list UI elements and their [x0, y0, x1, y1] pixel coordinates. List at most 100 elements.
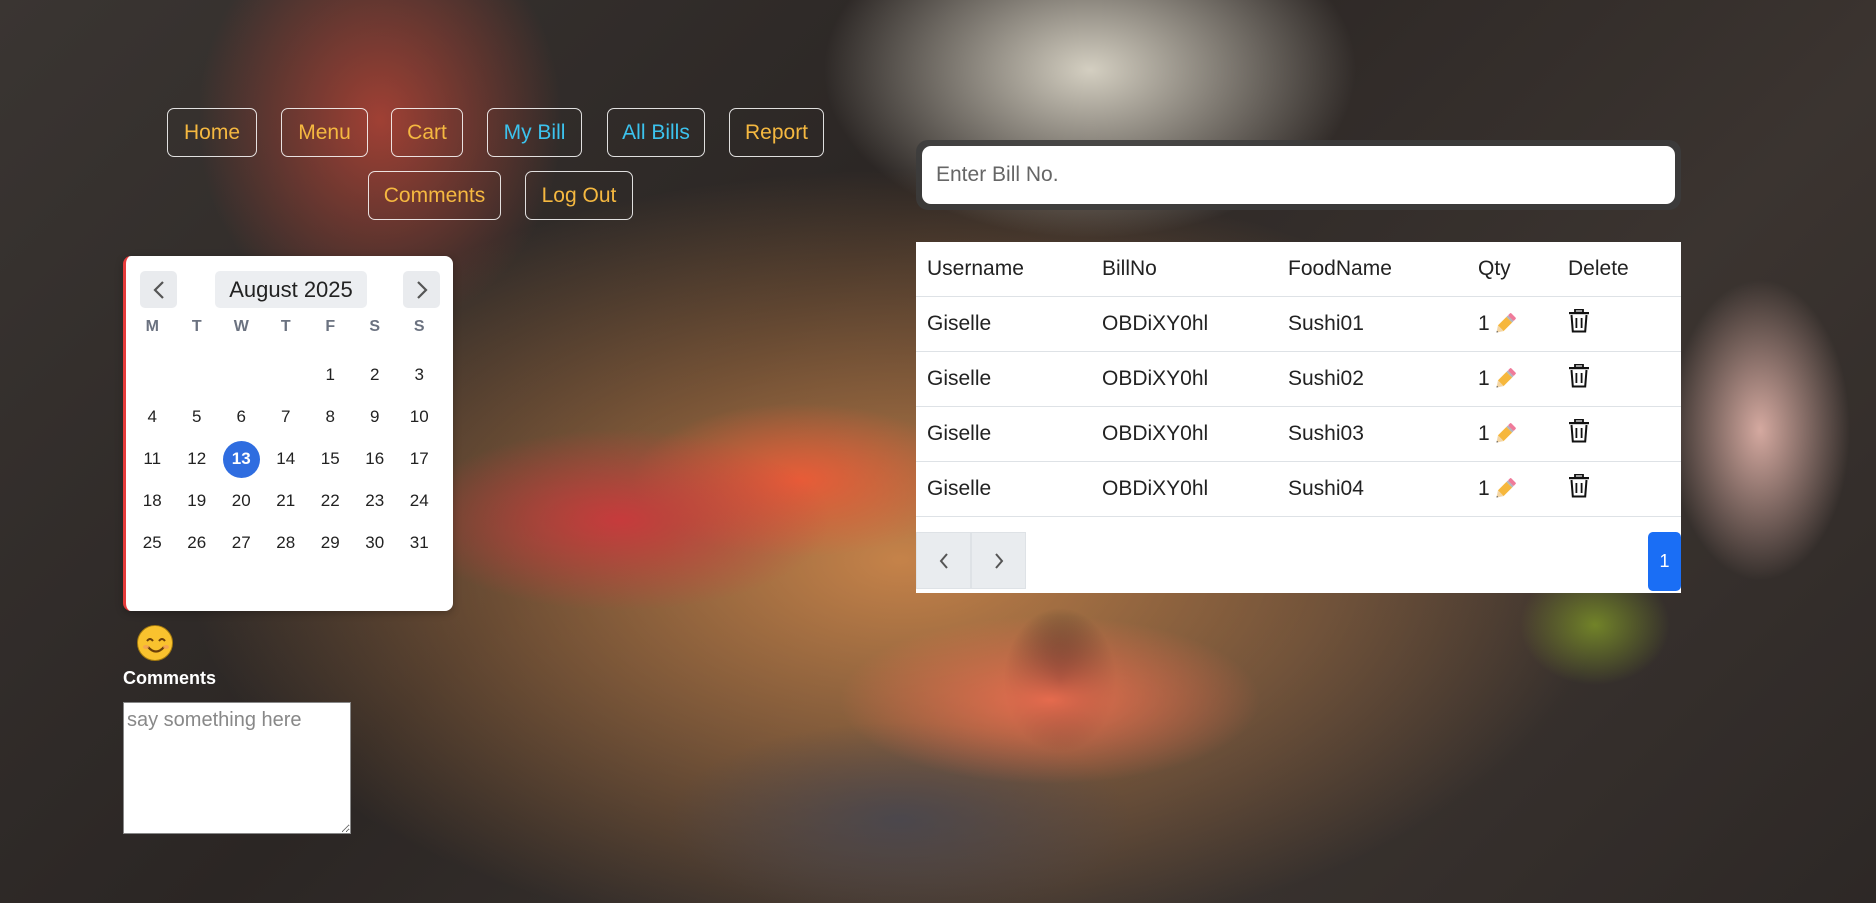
calendar-day-number: 19 — [187, 491, 207, 510]
nav-report-button[interactable]: Report — [729, 108, 824, 157]
calendar-day-number: 29 — [320, 533, 340, 552]
calendar-day[interactable]: 7 — [264, 396, 309, 438]
calendar-day[interactable]: 27 — [219, 522, 264, 564]
table-row: Giselle OBDiXY0hl Sushi04 1 — [916, 461, 1681, 517]
calendar-day-number: 2 — [370, 365, 380, 384]
calendar-day-number: 24 — [409, 491, 429, 510]
calendar-next-button[interactable] — [403, 271, 440, 308]
cell-username: Giselle — [916, 406, 1091, 462]
calendar-day[interactable]: 1 — [308, 354, 353, 396]
qty-value: 1 — [1478, 476, 1490, 500]
header-delete: Delete — [1557, 242, 1681, 297]
calendar-day-number: 6 — [236, 407, 246, 426]
chevron-left-icon — [152, 280, 164, 299]
calendar-day-number: 11 — [143, 449, 162, 468]
calendar-day[interactable]: 8 — [308, 396, 353, 438]
comments-textarea[interactable] — [123, 702, 351, 834]
trash-delete-icon[interactable] — [1568, 308, 1590, 333]
calendar-day[interactable]: 25 — [130, 522, 175, 564]
calendar-day[interactable]: 24 — [397, 480, 442, 522]
calendar-day[interactable]: 4 — [130, 396, 175, 438]
pencil-edit-icon[interactable] — [1492, 421, 1518, 447]
calendar-empty-cell — [175, 354, 220, 396]
header-qty: Qty — [1467, 242, 1557, 297]
calendar-day-number: 12 — [187, 449, 207, 468]
qty-value: 1 — [1478, 311, 1490, 335]
calendar-day[interactable]: 18 — [130, 480, 175, 522]
calendar-day[interactable]: 20 — [219, 480, 264, 522]
calendar-weekday-label: S — [369, 318, 381, 335]
calendar-day[interactable]: 19 — [175, 480, 220, 522]
calendar-day-number: 31 — [409, 533, 429, 552]
calendar-day[interactable]: 10 — [397, 396, 442, 438]
calendar-day-number: 22 — [320, 491, 340, 510]
calendar-day[interactable]: 29 — [308, 522, 353, 564]
calendar-grid: M T W T F S S 1 2 3 4 5 6 7 8 9 10 11 12 13 14 15 16 17 18 19 20 21… — [130, 312, 442, 564]
pencil-edit-icon[interactable] — [1492, 366, 1518, 392]
cell-qty: 1 — [1467, 296, 1557, 352]
calendar-day-number: 9 — [370, 407, 380, 426]
nav-log-out-button[interactable]: Log Out — [525, 171, 633, 220]
nav-all-bills-button[interactable]: All Bills — [607, 108, 705, 157]
qty-value: 1 — [1478, 421, 1490, 445]
calendar-day-number: 26 — [187, 533, 207, 552]
calendar-day[interactable]: 15 — [308, 438, 353, 480]
cell-delete — [1557, 296, 1681, 352]
page-number-button[interactable]: 1 — [1648, 532, 1681, 591]
nav-cart-button[interactable]: Cart — [391, 108, 463, 157]
calendar-day[interactable]: 21 — [264, 480, 309, 522]
nav-home-button[interactable]: Home — [167, 108, 257, 157]
pencil-edit-icon[interactable] — [1492, 311, 1518, 337]
cell-qty: 1 — [1467, 406, 1557, 462]
chevron-left-icon — [939, 552, 948, 569]
bill-number-search-input[interactable] — [922, 146, 1675, 204]
calendar-day[interactable]: 2 — [353, 354, 398, 396]
calendar-day[interactable]: 9 — [353, 396, 398, 438]
previous-page-button[interactable] — [916, 532, 971, 589]
calendar-day-selected[interactable]: 13 — [219, 438, 264, 480]
trash-delete-icon[interactable] — [1568, 363, 1590, 388]
calendar-weekday-label: S — [413, 318, 425, 335]
calendar-day[interactable]: 26 — [175, 522, 220, 564]
chevron-right-icon — [994, 552, 1003, 569]
trash-delete-icon[interactable] — [1568, 473, 1590, 498]
calendar-day[interactable]: 6 — [219, 396, 264, 438]
nav-my-bill-button[interactable]: My Bill — [487, 108, 582, 157]
cell-foodname: Sushi03 — [1277, 406, 1467, 462]
calendar-day[interactable]: 28 — [264, 522, 309, 564]
calendar-day[interactable]: 14 — [264, 438, 309, 480]
calendar-month-title[interactable]: August 2025 — [215, 271, 367, 308]
cell-username: Giselle — [916, 351, 1091, 407]
smiling-face-icon — [137, 625, 173, 661]
calendar-day-number: 17 — [409, 449, 429, 468]
calendar-day-number: 8 — [325, 407, 335, 426]
cell-delete — [1557, 461, 1681, 517]
next-page-button[interactable] — [971, 532, 1026, 589]
calendar-day[interactable]: 3 — [397, 354, 442, 396]
pencil-edit-icon[interactable] — [1492, 476, 1518, 502]
calendar-day[interactable]: 11 — [130, 438, 175, 480]
calendar-day[interactable]: 12 — [175, 438, 220, 480]
calendar-weekday-label: M — [145, 318, 159, 335]
calendar-day[interactable]: 23 — [353, 480, 398, 522]
nav-menu-button[interactable]: Menu — [281, 108, 368, 157]
calendar-day[interactable]: 30 — [353, 522, 398, 564]
calendar-day[interactable]: 17 — [397, 438, 442, 480]
calendar-prev-button[interactable] — [140, 271, 177, 308]
calendar-day-number: 20 — [231, 491, 251, 510]
table-row: Giselle OBDiXY0hl Sushi02 1 — [916, 351, 1681, 407]
calendar-day[interactable]: 16 — [353, 438, 398, 480]
cell-foodname: Sushi01 — [1277, 296, 1467, 352]
nav-comments-button[interactable]: Comments — [368, 171, 501, 220]
bill-search-container — [916, 140, 1681, 210]
calendar-empty-cell — [130, 354, 175, 396]
cell-username: Giselle — [916, 461, 1091, 517]
trash-delete-icon[interactable] — [1568, 418, 1590, 443]
cell-billno: OBDiXY0hl — [1091, 296, 1277, 352]
calendar-day[interactable]: 31 — [397, 522, 442, 564]
cell-username: Giselle — [916, 296, 1091, 352]
calendar-day-number: 13 — [222, 440, 260, 478]
calendar-day-number: 28 — [276, 533, 296, 552]
calendar-day[interactable]: 22 — [308, 480, 353, 522]
calendar-day[interactable]: 5 — [175, 396, 220, 438]
